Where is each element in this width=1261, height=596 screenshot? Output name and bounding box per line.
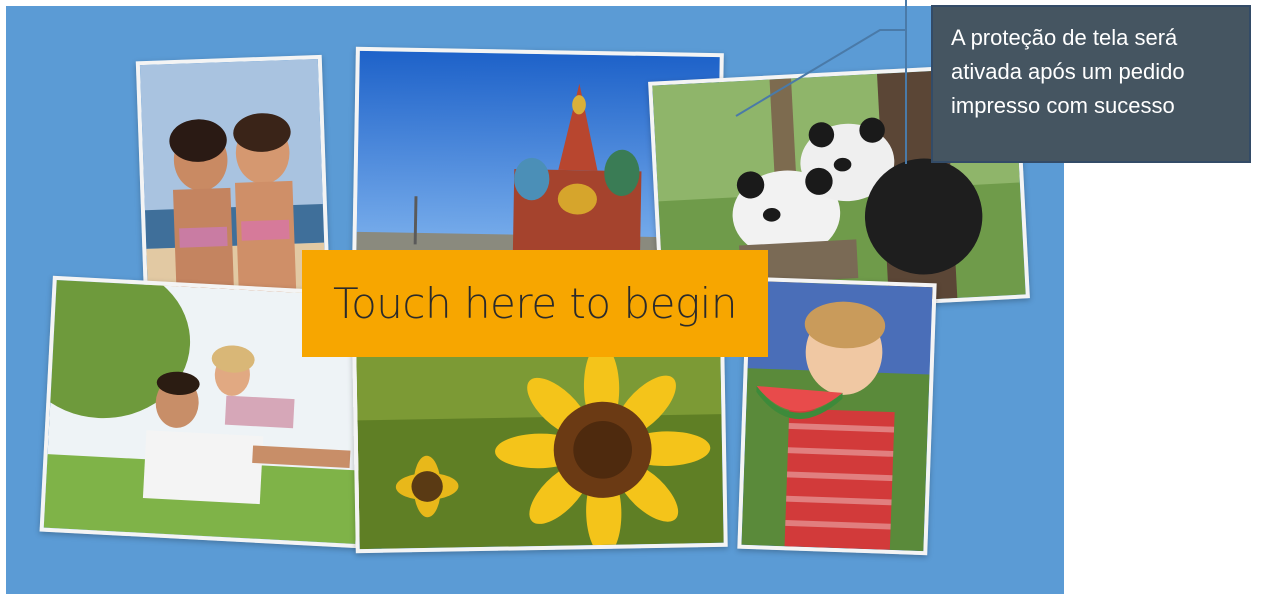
screensaver-screen[interactable]: Touch here to begin — [6, 6, 1064, 594]
callout-line-3: impresso com sucesso — [951, 93, 1175, 118]
touch-to-begin-label: Touch here to begin — [333, 279, 737, 328]
callout-line-2: ativada após um pedido — [951, 59, 1185, 84]
sunflower-photo — [352, 342, 728, 554]
callout-line-1: A proteção de tela será — [951, 25, 1178, 50]
touch-to-begin-button[interactable]: Touch here to begin — [302, 250, 768, 357]
screensaver-info-callout: A proteção de tela será ativada após um … — [931, 5, 1251, 163]
